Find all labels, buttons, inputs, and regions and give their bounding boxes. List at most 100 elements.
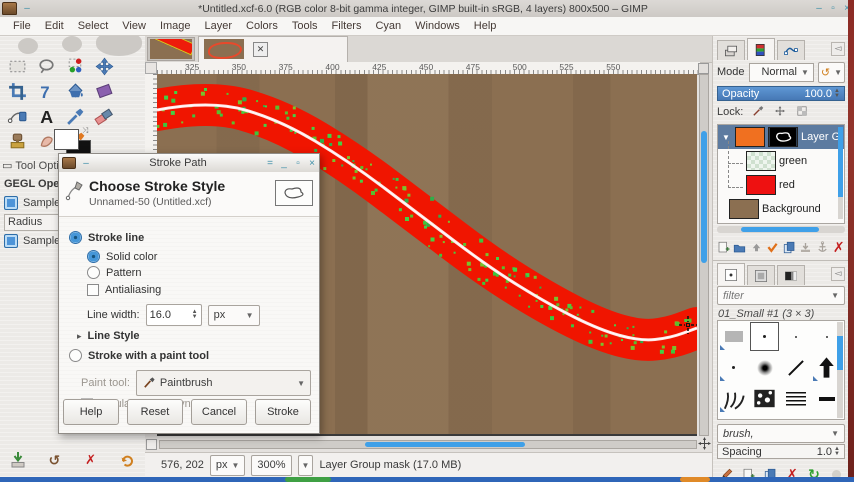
menu-cyan[interactable]: Cyan xyxy=(368,19,408,33)
layer-list-scrollbar[interactable] xyxy=(838,127,843,219)
crop-tool-icon[interactable] xyxy=(4,79,31,104)
reset-state-icon[interactable] xyxy=(117,450,137,470)
layer-name[interactable]: red xyxy=(779,179,795,191)
anchor-layer-button[interactable] xyxy=(814,239,830,255)
bucket-fill-tool-icon[interactable] xyxy=(62,79,89,104)
free-select-tool-icon[interactable] xyxy=(33,54,60,79)
menu-layer[interactable]: Layer xyxy=(198,19,240,33)
line-style-expander[interactable]: Line Style xyxy=(88,330,140,342)
menu-edit[interactable]: Edit xyxy=(38,19,71,33)
mode-select[interactable]: Normal ▼ xyxy=(748,62,814,82)
stroke-line-radio[interactable] xyxy=(69,231,82,244)
gradient-tool-icon[interactable] xyxy=(91,79,118,104)
transform-tool-icon[interactable]: 7 xyxy=(33,79,60,104)
image-tab-1[interactable] xyxy=(147,37,195,61)
new-brush-button[interactable] xyxy=(740,466,756,477)
tab-gradients[interactable] xyxy=(777,265,805,285)
opacity-slider[interactable]: Opacity 100.0 ▲ ▼ xyxy=(717,86,845,101)
cancel-button[interactable]: Cancel xyxy=(191,399,247,425)
unit-select[interactable]: px ▼ xyxy=(209,454,246,476)
brush-filter-input[interactable]: filter ▼ xyxy=(717,286,845,305)
image-tab-2[interactable]: ✕ xyxy=(198,36,348,62)
zoom-chevron-button[interactable]: ▼ xyxy=(297,454,314,476)
layer-thumbnail[interactable] xyxy=(746,151,776,171)
new-layer-button[interactable] xyxy=(715,239,731,255)
brush-cell-lines[interactable] xyxy=(781,384,810,413)
delete-brush-button[interactable]: ✗ xyxy=(784,466,800,478)
sample-average-checkbox[interactable] xyxy=(4,196,18,210)
lock-move-icon[interactable] xyxy=(773,104,787,121)
new-group-button[interactable] xyxy=(732,239,748,255)
configure-tab-icon[interactable]: ◅ xyxy=(831,42,845,56)
brush-cell-rect[interactable] xyxy=(719,322,748,351)
layer-name[interactable]: Background xyxy=(762,203,821,215)
layer-row-red[interactable]: red xyxy=(718,164,844,197)
duplicate-brush-button[interactable] xyxy=(762,466,778,477)
dialog-title-bar[interactable]: – Stroke Path = _ ▫ × xyxy=(59,154,319,173)
lock-brush-icon[interactable] xyxy=(751,104,765,121)
menu-tools[interactable]: Tools xyxy=(285,19,325,33)
line-width-unit-select[interactable]: px ▼ xyxy=(207,304,260,326)
brush-cell-fuzzy[interactable] xyxy=(781,415,810,419)
ruler-corner[interactable] xyxy=(145,62,157,74)
tab-paths[interactable] xyxy=(777,40,805,60)
clone-tool-icon[interactable] xyxy=(4,129,31,154)
layer-name[interactable]: Layer G xyxy=(801,131,840,143)
menu-windows[interactable]: Windows xyxy=(408,19,467,33)
window-menu-icon[interactable]: – xyxy=(20,3,34,14)
zoom-select[interactable]: 300% xyxy=(251,454,292,476)
tab-layers[interactable] xyxy=(717,40,745,60)
brush-select[interactable]: brush, ▼ xyxy=(717,424,845,443)
save-preset-icon[interactable] xyxy=(8,450,28,470)
layer-thumbnail[interactable] xyxy=(746,175,776,195)
duplicate-layer-button[interactable] xyxy=(781,239,797,255)
line-width-input[interactable]: 16.0 ▲ ▼ xyxy=(145,304,202,326)
quickmask-toggle[interactable] xyxy=(146,439,157,450)
antialiasing-checkbox[interactable] xyxy=(87,284,99,296)
layer-list-hscrollbar[interactable] xyxy=(717,226,845,233)
tab-brushes[interactable] xyxy=(717,263,745,285)
lower-layer-button[interactable] xyxy=(765,239,781,255)
expander-arrow-icon[interactable]: ▸ xyxy=(77,331,82,342)
brush-cell-line[interactable] xyxy=(781,353,810,382)
open-as-image-button[interactable] xyxy=(828,466,844,477)
refresh-brushes-button[interactable]: ↻ xyxy=(806,466,822,478)
vertical-scrollbar[interactable] xyxy=(699,74,709,436)
lock-alpha-icon[interactable] xyxy=(795,104,809,121)
navigation-icon[interactable] xyxy=(698,437,711,450)
reset-button[interactable]: Reset xyxy=(127,399,183,425)
help-button[interactable]: Help xyxy=(63,399,119,425)
menu-colors[interactable]: Colors xyxy=(239,19,285,33)
menu-help[interactable]: Help xyxy=(467,19,504,33)
menu-select[interactable]: Select xyxy=(71,19,116,33)
layer-thumbnail[interactable] xyxy=(729,199,759,219)
brush-cell-dot-sel[interactable] xyxy=(750,322,779,351)
menu-image[interactable]: Image xyxy=(153,19,198,33)
tab-patterns[interactable] xyxy=(747,265,775,285)
dialog-close-button[interactable]: × xyxy=(305,158,319,169)
dialog-menu-icon[interactable]: – xyxy=(79,158,93,169)
configure-tab-icon[interactable]: ◅ xyxy=(831,267,845,281)
dialog-minimize-button[interactable]: _ xyxy=(277,158,291,169)
menu-view[interactable]: View xyxy=(115,19,153,33)
brush-cell-fuzzy[interactable] xyxy=(719,415,748,419)
close-tab-icon[interactable]: ✕ xyxy=(253,42,268,57)
paint-tool-radio[interactable] xyxy=(69,349,82,362)
spacing-slider[interactable]: Spacing 1.0 ▲ ▼ xyxy=(717,444,845,459)
maximize-button[interactable]: ▫ xyxy=(826,3,840,14)
edit-brush-button[interactable] xyxy=(718,466,734,477)
mode-options-button[interactable]: ↺ ▼ xyxy=(817,61,845,83)
merge-layer-button[interactable] xyxy=(798,239,814,255)
paths-tool-icon[interactable] xyxy=(4,104,31,129)
brush-cell-fuzzy[interactable] xyxy=(750,353,779,382)
stroke-button[interactable]: Stroke xyxy=(255,399,311,425)
brush-grid-scrollbar[interactable] xyxy=(837,322,843,418)
layer-row-background[interactable]: Background xyxy=(718,197,844,221)
brush-cell-dot2[interactable] xyxy=(781,322,810,351)
foreground-color-swatch[interactable] xyxy=(54,129,79,150)
layer-mask-thumbnail[interactable] xyxy=(768,127,798,147)
raise-layer-button[interactable] xyxy=(748,239,764,255)
paint-tool-select[interactable]: Paintbrush ▼ xyxy=(135,370,311,396)
brush-cell-dot[interactable] xyxy=(719,353,748,382)
rect-select-tool-icon[interactable] xyxy=(4,54,31,79)
